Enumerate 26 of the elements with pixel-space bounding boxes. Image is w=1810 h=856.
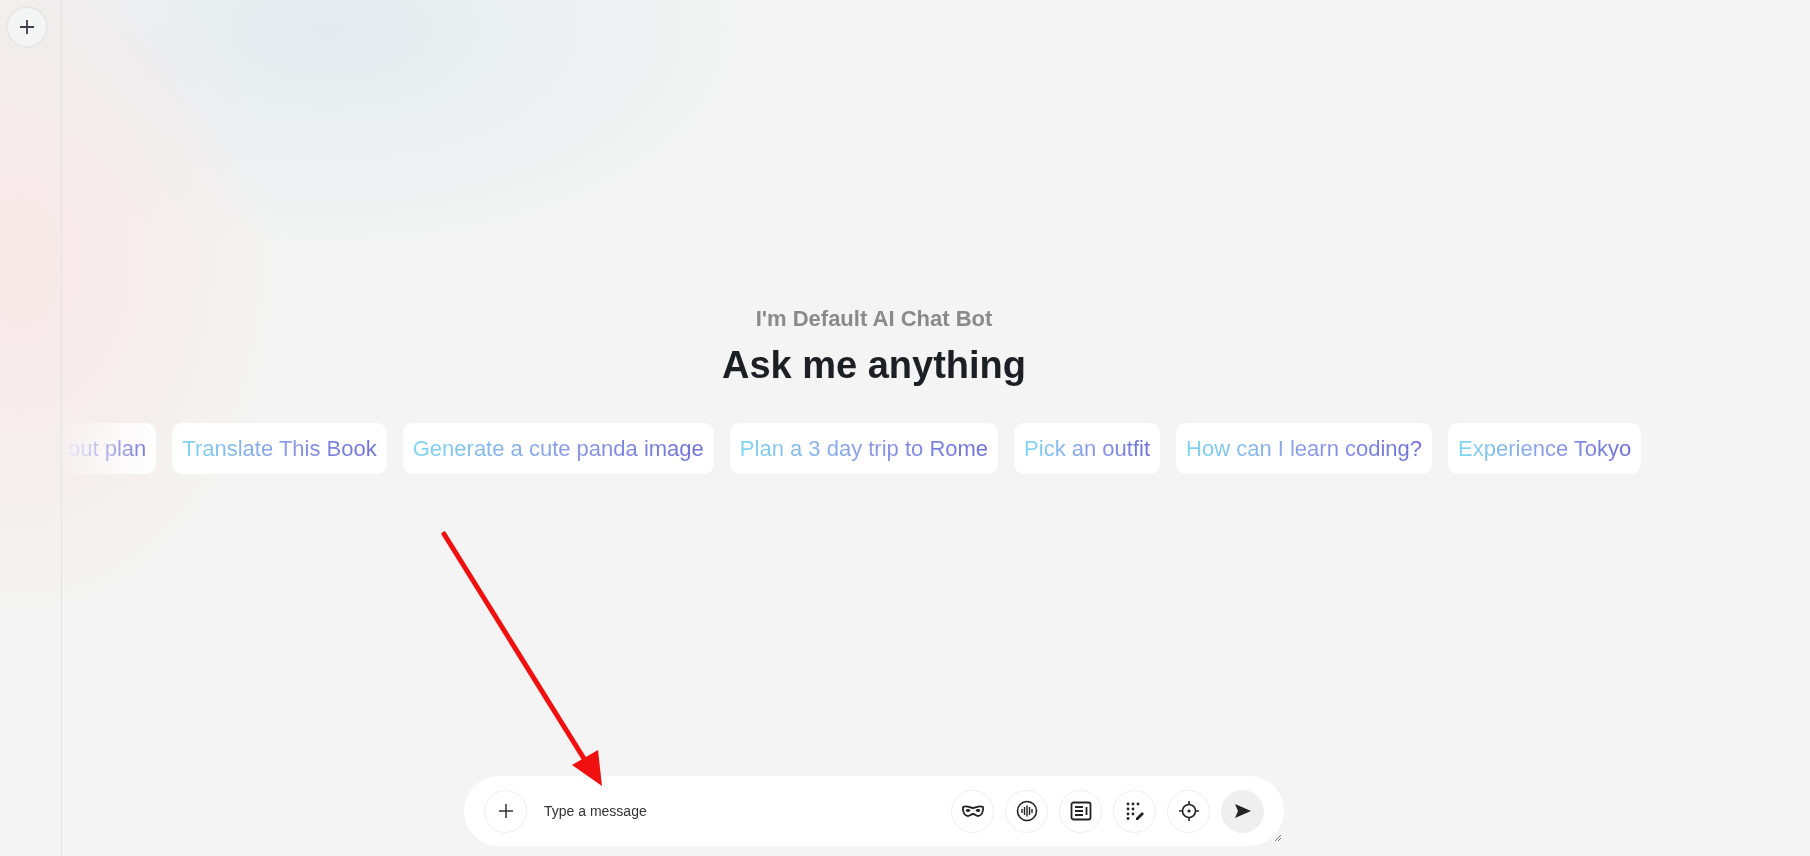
mask-icon [960, 804, 985, 818]
suggestion-chip[interactable]: Generate a cute panda image [402, 423, 714, 474]
crosshair-icon [1177, 800, 1200, 822]
new-chat-button[interactable] [6, 6, 48, 48]
send-icon [1233, 803, 1252, 819]
send-button[interactable] [1221, 789, 1264, 833]
attach-button[interactable] [484, 789, 527, 833]
mask-button[interactable] [951, 789, 994, 833]
page-heading: Ask me anything [721, 344, 1027, 387]
waveform-icon [1015, 800, 1038, 822]
resize-handle[interactable] [1274, 834, 1282, 842]
target-button[interactable] [1167, 789, 1210, 833]
suggestion-chip[interactable]: Experience Tokyo [1448, 423, 1642, 474]
plus-icon [19, 19, 35, 35]
suggestion-chip[interactable]: Translate This Book [172, 423, 387, 474]
document-icon [1069, 801, 1092, 821]
document-button[interactable] [1059, 789, 1102, 833]
suggestion-chip[interactable]: Plan a 3 day trip to Rome [729, 423, 999, 474]
suggestion-chip[interactable]: How can I learn coding? [1176, 423, 1433, 474]
dots-pencil-icon [1124, 801, 1145, 821]
suggestion-chip[interactable]: Pick an outfit [1014, 423, 1161, 474]
draw-button[interactable] [1113, 789, 1156, 833]
plus-icon [497, 803, 514, 819]
bot-subtitle: I'm Default AI Chat Bot [755, 306, 993, 332]
message-input[interactable]: Type a message [542, 802, 940, 820]
voice-button[interactable] [1005, 789, 1048, 833]
